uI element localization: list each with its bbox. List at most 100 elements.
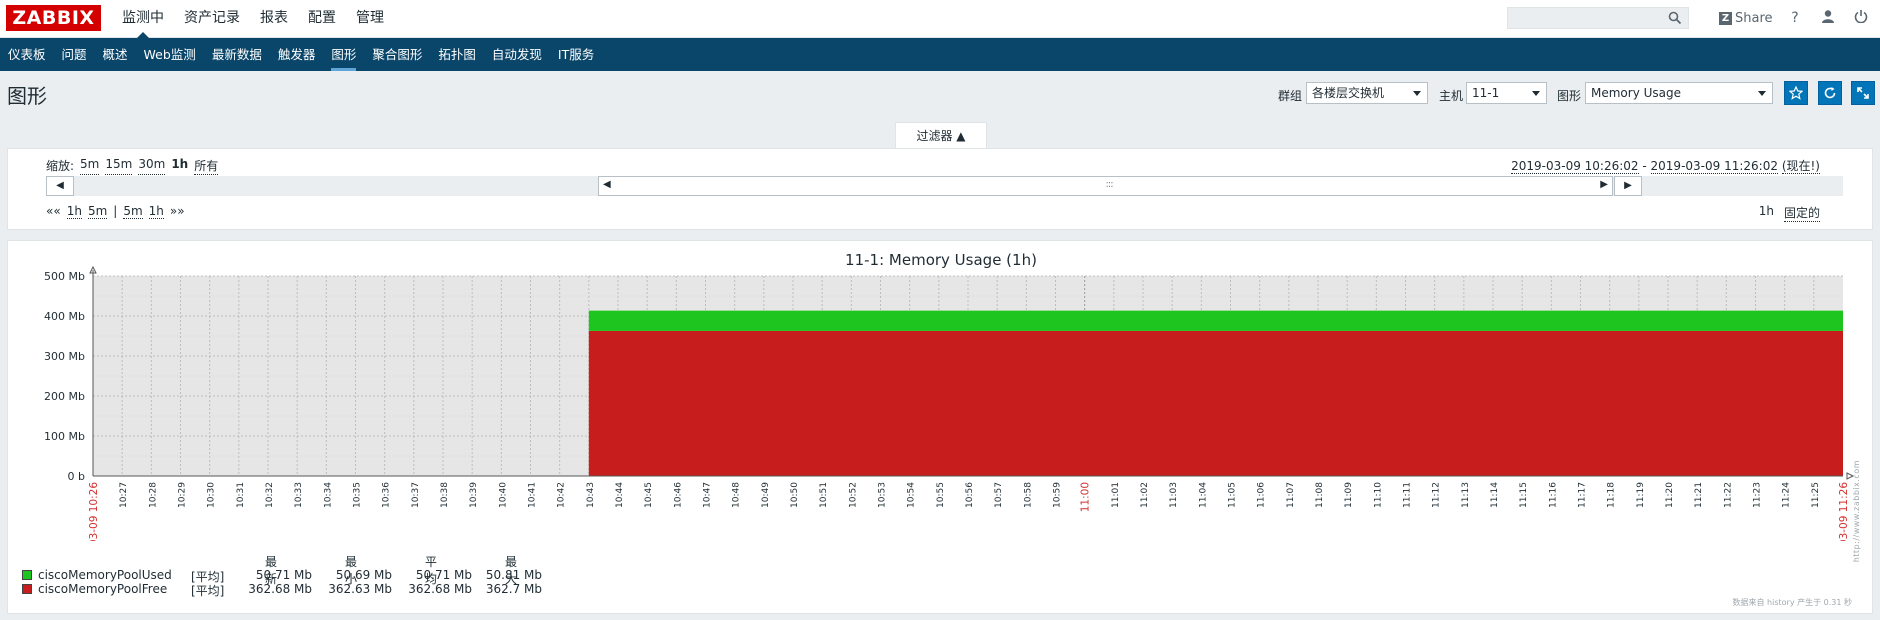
period-now[interactable]: (现在!)	[1781, 159, 1820, 174]
x-tick-label: 11:12	[1432, 482, 1442, 508]
timeline-left-button[interactable]: ◀	[46, 176, 74, 196]
timeline-right-button[interactable]: ▶	[1614, 176, 1642, 196]
fullscreen-button[interactable]	[1851, 81, 1875, 105]
legend-func: [平均]	[191, 584, 225, 598]
main-menu-configuration[interactable]: 配置	[298, 0, 346, 38]
help-icon[interactable]: ?	[1786, 9, 1804, 27]
time-filter-panel: 缩放: 5m 15m 30m 1h 所有 2019-03-09 10:26:02…	[7, 148, 1873, 230]
x-tick-label: 10:42	[557, 482, 567, 508]
main-menu-monitoring[interactable]: 监测中	[112, 0, 174, 39]
zoom-all[interactable]: 所有	[194, 157, 219, 175]
x-tick-label: 10:35	[353, 482, 363, 508]
filter-toggle-tab[interactable]: 过滤器 ▲	[895, 122, 987, 148]
legend-last: 50.71 Mb	[255, 568, 312, 582]
scrollbar-grip[interactable]: :::	[1106, 179, 1114, 190]
x-tick-label: 10:37	[411, 482, 421, 508]
legend-series-name: ciscoMemoryPoolUsed	[38, 568, 172, 582]
tab-triggers[interactable]: 触发器	[270, 38, 324, 71]
x-tick-label: 11:07	[1286, 482, 1296, 508]
period-from[interactable]: 2019-03-09 10:26:02	[1511, 159, 1639, 174]
zabbix-logo[interactable]: ZABBIX	[6, 5, 101, 31]
x-end-label: 03-09 11:26	[1838, 482, 1850, 541]
nav-forward-1h[interactable]: 1h	[148, 204, 164, 219]
tab-graphs[interactable]: 图形	[323, 38, 364, 71]
tab-web[interactable]: Web监测	[136, 38, 204, 71]
host-label: 主机	[1439, 89, 1464, 103]
tab-dashboard[interactable]: 仪表板	[0, 38, 54, 71]
x-tick-label: 11:21	[1694, 482, 1704, 508]
scrollbar-left-arrow-icon[interactable]: ◀	[603, 179, 611, 190]
tab-overview[interactable]: 概述	[95, 38, 136, 71]
top-navigation-bar: ZABBIX 监测中 资产记录 报表 配置 管理 Z Share ?	[0, 0, 1880, 39]
legend-min: 362.63 Mb	[328, 582, 392, 596]
main-menu-inventory[interactable]: 资产记录	[174, 0, 250, 38]
timeline-scrollbar[interactable]: ◀ ::: ▶	[598, 176, 1613, 196]
tab-maps[interactable]: 拓扑图	[430, 38, 484, 71]
tab-latest-data[interactable]: 最新数据	[204, 38, 270, 71]
legend-max: 50.81 Mb	[485, 568, 542, 582]
period-to[interactable]: 2019-03-09 11:26:02	[1650, 159, 1778, 174]
main-menu-reports[interactable]: 报表	[250, 0, 298, 38]
main-menu-administration[interactable]: 管理	[346, 0, 394, 38]
zabbix-watermark: http://www.zabbix.com	[1852, 460, 1861, 563]
x-tick-label: 10:40	[498, 482, 508, 508]
zoom-15m[interactable]: 15m	[105, 157, 133, 175]
fixed-toggle[interactable]: 固定的	[1783, 204, 1820, 222]
x-tick-label: 11:22	[1723, 482, 1733, 508]
y-tick-label: 200 Mb	[44, 390, 85, 403]
tab-problems[interactable]: 问题	[54, 38, 95, 71]
add-to-favourites-button[interactable]	[1784, 81, 1808, 105]
tab-screens[interactable]: 聚合图形	[364, 38, 430, 71]
scrollbar-right-arrow-icon[interactable]: ▶	[1600, 179, 1608, 190]
x-tick-label: 10:34	[323, 482, 333, 508]
series-area-ciscoMemoryPoolUsed	[588, 310, 1844, 331]
refresh-button[interactable]	[1818, 81, 1842, 105]
tab-it-services[interactable]: IT服务	[550, 38, 602, 71]
tab-discovery[interactable]: 自动发现	[484, 38, 550, 71]
x-tick-label: 11:03	[1169, 482, 1179, 508]
x-tick-label: 10:51	[819, 482, 829, 508]
zoom-5m[interactable]: 5m	[80, 157, 100, 175]
x-tick-label: 10:56	[965, 482, 975, 508]
fullscreen-icon	[1857, 87, 1869, 99]
nav-back-1h[interactable]: 1h	[66, 204, 82, 219]
search-input[interactable]	[1507, 7, 1689, 29]
x-tick-label: 10:39	[469, 482, 479, 508]
x-tick-label: 10:57	[994, 482, 1004, 508]
x-tick-label: 11:17	[1578, 482, 1588, 508]
legend-item: ciscoMemoryPoolFree [平均] 362.68 Mb 362.6…	[22, 582, 542, 598]
y-tick-label: 400 Mb	[44, 310, 85, 323]
x-tick-label: 10:53	[878, 482, 888, 508]
chevron-down-icon	[1532, 91, 1540, 96]
nav-back-5m[interactable]: 5m	[87, 204, 108, 219]
x-tick-label: 10:44	[615, 482, 625, 508]
user-profile-icon[interactable]	[1819, 9, 1837, 27]
x-tick-label: 11:19	[1636, 482, 1646, 508]
x-tick-label: 10:48	[732, 482, 742, 508]
host-select[interactable]: 11-1	[1466, 82, 1547, 104]
sign-out-icon[interactable]	[1852, 9, 1870, 27]
zoom-30m[interactable]: 30m	[138, 157, 166, 175]
y-tick-label: 100 Mb	[44, 430, 85, 443]
legend-avg: 50.71 Mb	[415, 568, 472, 582]
legend-last: 362.68 Mb	[248, 582, 312, 596]
x-tick-label: 11:11	[1403, 482, 1413, 508]
graph-select[interactable]: Memory Usage	[1585, 82, 1773, 104]
nav-forward-5m[interactable]: 5m	[123, 204, 143, 219]
x-tick-label: 11:16	[1548, 482, 1558, 508]
x-tick-label: 10:38	[440, 482, 450, 508]
period-separator: -	[1638, 159, 1651, 173]
legend-swatch	[22, 584, 32, 594]
fixed-row: 1h 固定的	[1759, 204, 1820, 222]
graph-panel: 11-1: Memory Usage (1h) 0 b 100 Mb 200 Mb 3…	[7, 240, 1873, 614]
nav-back-label: ««	[46, 204, 61, 218]
zoom-1h[interactable]: 1h	[171, 157, 188, 175]
x-tick-label: 10:33	[294, 482, 304, 508]
group-select[interactable]: 各楼层交换机	[1306, 82, 1428, 104]
search-icon[interactable]	[1668, 11, 1682, 25]
y-tick-label: 500 Mb	[44, 270, 85, 283]
share-button[interactable]: Z Share	[1719, 9, 1773, 27]
memory-usage-chart[interactable]: 0 b 100 Mb 200 Mb 300 Mb 400 Mb 500 Mb 03-09 1…	[8, 241, 1874, 541]
zabbix-share-icon: Z	[1719, 11, 1732, 25]
x-tick-label: 10:59	[1053, 482, 1063, 508]
